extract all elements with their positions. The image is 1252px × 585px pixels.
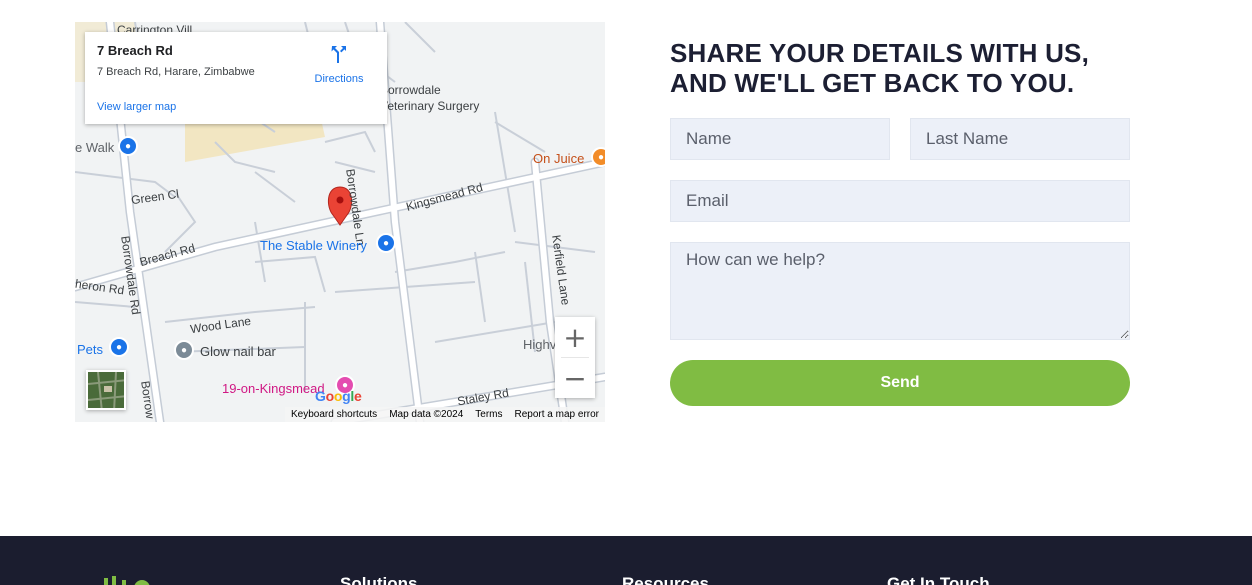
terms-link[interactable]: Terms [469, 407, 508, 422]
last-name-input[interactable] [910, 118, 1130, 160]
satellite-thumbnail-icon [88, 372, 124, 408]
poi-pets-icon: ● [109, 337, 129, 357]
poi-lock-icon: ● [118, 136, 138, 156]
map-data-label: Map data ©2024 [389, 409, 464, 420]
footer-logo-icon [104, 576, 150, 585]
first-name-input[interactable] [670, 118, 890, 160]
message-textarea[interactable] [670, 242, 1130, 340]
zoom-out-button[interactable]: − [555, 358, 595, 398]
map-label-pets: Pets [77, 342, 104, 357]
map-label-glow-nail-bar: Glow nail bar [200, 344, 276, 359]
site-footer: Solutions Resources Get In Touch [0, 536, 1252, 585]
map-label-on-juice: On Juice [533, 151, 585, 166]
footer-heading-get-in-touch: Get In Touch [887, 574, 990, 585]
view-larger-map-link[interactable]: View larger map [97, 101, 176, 113]
poi-cafe-icon: ● [591, 147, 605, 167]
zoom-in-button[interactable]: + [555, 317, 595, 357]
poi-winery-icon: ● [376, 233, 396, 253]
form-title: SHARE YOUR DETAILS WITH US, AND WE'LL GE… [670, 38, 1090, 98]
footer-heading-solutions: Solutions [340, 574, 418, 585]
send-button[interactable]: Send [670, 360, 1130, 406]
keyboard-shortcuts-link[interactable]: Keyboard shortcuts [285, 407, 383, 422]
footer-heading-resources: Resources [622, 574, 709, 585]
map-label-walk: e Walk [75, 140, 115, 155]
map-label-borrowdale-vet: Borrowdale Veterinary Surgery [380, 83, 480, 113]
place-info-card: 7 Breach Rd 7 Breach Rd, Harare, Zimbabw… [85, 32, 387, 124]
poi-nail-bar-icon: ● [174, 340, 194, 360]
map-label-stable-winery: The Stable Winery [260, 238, 367, 253]
satellite-layer-toggle[interactable] [86, 370, 126, 410]
directions-icon [331, 46, 346, 63]
directions-label: Directions [314, 73, 364, 85]
zoom-controls: + − [555, 317, 595, 398]
embedded-map[interactable]: Carrington Vill Borrowdale Veterinary Su… [75, 22, 605, 422]
email-input[interactable] [670, 180, 1130, 222]
map-label-19-on-kingsmead: 19-on-Kingsmead [222, 381, 325, 396]
directions-button[interactable]: Directions [309, 43, 369, 85]
google-logo: Google [315, 388, 362, 404]
map-label-highv: Highv [523, 337, 557, 352]
report-map-error-link[interactable]: Report a map error [509, 407, 605, 422]
map-attribution-bar: Keyboard shortcuts Map data ©2024 Terms … [285, 407, 605, 422]
